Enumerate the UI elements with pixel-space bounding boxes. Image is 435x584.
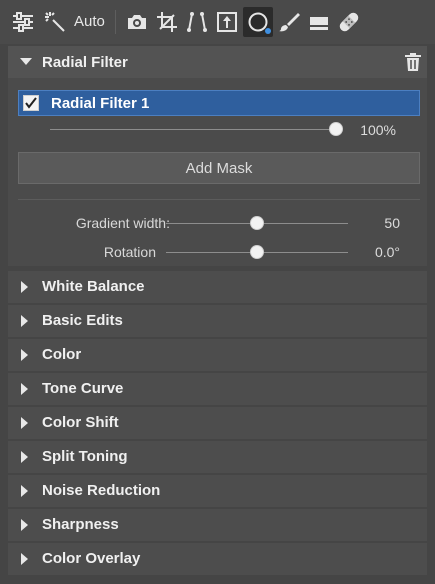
filter-enable-checkbox[interactable] [23, 95, 39, 111]
expand-triangle-icon[interactable] [21, 315, 28, 327]
healing-bandage-icon[interactable] [336, 8, 362, 36]
toolbar: Auto [0, 0, 435, 44]
expand-triangle-icon[interactable] [21, 383, 28, 395]
section-sharpness[interactable]: Sharpness [8, 509, 427, 541]
gradient-width-slider-handle[interactable] [250, 216, 264, 230]
opacity-slider-handle[interactable] [329, 122, 343, 136]
radial-filter-panel: Radial Filter Radial Filter 1 100% Add M… [8, 46, 427, 266]
expand-triangle-icon[interactable] [21, 553, 28, 565]
section-color-shift[interactable]: Color Shift [8, 407, 427, 439]
section-color-overlay[interactable]: Color Overlay [8, 543, 427, 575]
section-title: Sharpness [42, 516, 119, 533]
expand-triangle-icon[interactable] [21, 349, 28, 361]
brush-icon[interactable] [276, 8, 302, 36]
section-title: White Balance [42, 278, 145, 295]
expand-triangle-icon[interactable] [21, 417, 28, 429]
section-basic-edits[interactable]: Basic Edits [8, 305, 427, 337]
checkmark-icon [25, 97, 37, 109]
section-tone-curve[interactable]: Tone Curve [8, 373, 427, 405]
panel-divider [18, 199, 420, 200]
sliders-icon[interactable] [10, 8, 36, 36]
toolbar-divider [115, 10, 116, 34]
section-title: Noise Reduction [42, 482, 161, 499]
gradient-width-value: 50 [384, 215, 400, 231]
perspective-icon[interactable] [184, 8, 210, 36]
radial-filter-header[interactable]: Radial Filter [8, 46, 427, 78]
expand-triangle-icon[interactable] [21, 519, 28, 531]
opacity-value: 100% [360, 122, 396, 138]
section-title: Color [42, 346, 82, 363]
panel-title: Radial Filter [42, 54, 128, 71]
filter-name: Radial Filter 1 [51, 95, 150, 112]
section-noise-reduction[interactable]: Noise Reduction [8, 475, 427, 507]
rotation-label: Rotation [103, 244, 156, 260]
section-title: Basic Edits [42, 312, 123, 329]
crop-icon[interactable] [154, 8, 180, 36]
section-title: Tone Curve [42, 380, 124, 397]
collapse-triangle-icon[interactable] [20, 58, 32, 65]
rotation-slider-handle[interactable] [250, 245, 264, 259]
export-icon[interactable] [214, 8, 240, 36]
expand-triangle-icon[interactable] [21, 281, 28, 293]
add-mask-button[interactable]: Add Mask [18, 152, 420, 184]
trash-icon[interactable] [403, 52, 423, 72]
section-split-toning[interactable]: Split Toning [8, 441, 427, 473]
expand-triangle-icon[interactable] [21, 485, 28, 497]
section-title: Split Toning [42, 448, 128, 465]
radial-filter-icon[interactable] [243, 7, 273, 37]
filter-list-item[interactable]: Radial Filter 1 [18, 90, 420, 116]
eraser-icon[interactable] [306, 8, 332, 36]
magic-wand-icon[interactable] [42, 8, 68, 36]
camera-icon[interactable] [124, 8, 150, 36]
section-title: Color Overlay [42, 550, 141, 567]
active-tool-indicator [265, 28, 271, 34]
gradient-width-label: Gradient width: [75, 215, 170, 231]
section-white-balance[interactable]: White Balance [8, 271, 427, 303]
expand-triangle-icon[interactable] [21, 451, 28, 463]
section-title: Color Shift [42, 414, 119, 431]
section-color[interactable]: Color [8, 339, 427, 371]
opacity-slider-track[interactable] [50, 129, 340, 130]
rotation-value: 0.0° [374, 244, 400, 260]
auto-button-label[interactable]: Auto [74, 13, 105, 30]
